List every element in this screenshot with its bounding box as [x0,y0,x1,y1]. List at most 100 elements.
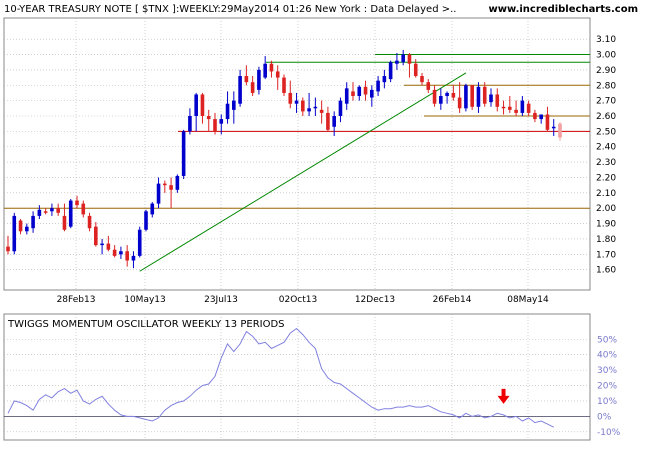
signal-arrow-shaft [501,388,506,397]
price-tick-label: 3.00 [596,51,616,61]
oscillator-panel: TWIGGS MOMENTUM OSCILLATOR WEEKLY 13 PER… [3,313,621,441]
candle-body [351,91,355,97]
candle-body [451,92,456,98]
date-tick-label: 08May14 [507,295,549,305]
candle-body [6,246,10,252]
candle-body [43,211,48,213]
candle-body [464,85,468,109]
candle-body [388,62,393,80]
oscillator-title: TWIGGS MOMENTUM OSCILLATOR WEEKLY 13 PER… [7,319,285,330]
candle-body [514,109,518,113]
candle-body [420,76,424,83]
candle-body [225,103,230,120]
candle-body [495,94,500,107]
site-name[interactable]: www.incrediblecharts.com [489,4,639,15]
candle-body [175,175,180,190]
candle-body [200,94,205,116]
treasury-chart: 10-YEAR TREASURY NOTE [ $TNX ]:WEEKLY:29… [3,4,639,441]
date-tick-label: 02Oct13 [279,295,317,305]
candle-body [150,203,155,215]
candle-body [169,185,173,190]
candle-body [413,63,418,77]
candle-body [275,71,280,78]
candle-body [94,226,98,246]
price-tick-label: 3.10 [596,35,616,45]
candle-body [558,123,562,138]
price-tick-label: 1.60 [596,266,616,276]
candle-body [131,255,136,261]
price-tick-label: 2.40 [596,143,616,153]
candle-body [37,209,42,216]
candle-body [144,211,148,230]
candle-body [181,131,186,176]
candle-body [56,208,60,213]
candle-body [119,251,123,255]
candle-body [407,54,412,64]
candle-body [18,220,23,232]
candle-body [68,200,73,227]
candle-body [125,251,129,261]
date-tick-label: 10May13 [124,295,166,305]
oscillator-tick-label: 40% [597,351,617,361]
oscillator-panel-frame [3,313,591,441]
candle-body [432,89,437,104]
candle-body [194,94,198,116]
candle-body [344,88,349,104]
candle-body [156,183,161,204]
candle-body [457,97,462,109]
candle-body [326,112,330,130]
oscillator-tick-label: 20% [597,382,617,392]
candle-body [520,100,525,113]
date-axis-ticks: 28Feb13 10May13 23Jul13 02Oct13 12Dec13 26Feb… [57,295,549,305]
candle-body [363,86,368,95]
date-tick-label: 28Feb13 [57,295,96,305]
oscillator-tick-label: 10% [597,397,617,407]
price-tick-label: 2.20 [596,173,616,183]
candle-body [395,60,399,64]
candle-body [213,119,217,132]
candle-body [87,215,92,229]
chart-title: 10-YEAR TREASURY NOTE [ $TNX ]:WEEKLY:29… [4,4,456,15]
candle-body [137,229,142,256]
candle-body [426,82,431,90]
candle-body [508,106,512,110]
candle-body [439,96,443,104]
candle-body [307,108,311,112]
candle-body [282,77,286,93]
candle-body [100,243,104,246]
oscillator-tick-label: 0% [597,412,612,422]
candle-body [163,183,167,186]
candle-body [476,86,481,107]
candle-body [539,114,543,120]
price-tick-label: 2.30 [596,158,616,168]
candle-body [526,103,531,113]
candle-body [31,215,35,229]
candle-body [501,106,506,109]
oscillator-tick-label: -10% [597,428,621,438]
candle-body [25,226,29,232]
price-tick-label: 1.70 [596,250,616,260]
price-panel-frame [3,17,591,291]
candle-body [263,63,267,78]
candle-body [401,54,405,63]
candle-body [294,100,299,104]
price-tick-label: 1.90 [596,220,616,230]
candle-body [112,249,117,256]
candle-body [238,76,242,104]
candle-body [62,215,67,230]
candle-body [81,203,86,215]
date-tick-label: 12Dec13 [355,295,395,305]
candle-body [75,200,79,206]
price-tick-label: 2.50 [596,127,616,137]
price-tick-label: 2.00 [596,204,616,214]
candle-body [357,86,362,97]
date-tick-label: 23Jul13 [204,295,238,305]
price-tick-label: 2.90 [596,66,616,76]
candle-body [370,89,374,98]
candle-body [338,100,343,116]
price-panel: 1.60 1.70 1.80 1.90 2.00 2.10 2.20 2.30 2.40 2.50… [3,17,616,305]
candle-body [376,80,380,92]
candle-body [482,86,487,104]
price-tick-label: 1.80 [596,235,616,245]
candle-body [382,76,387,83]
